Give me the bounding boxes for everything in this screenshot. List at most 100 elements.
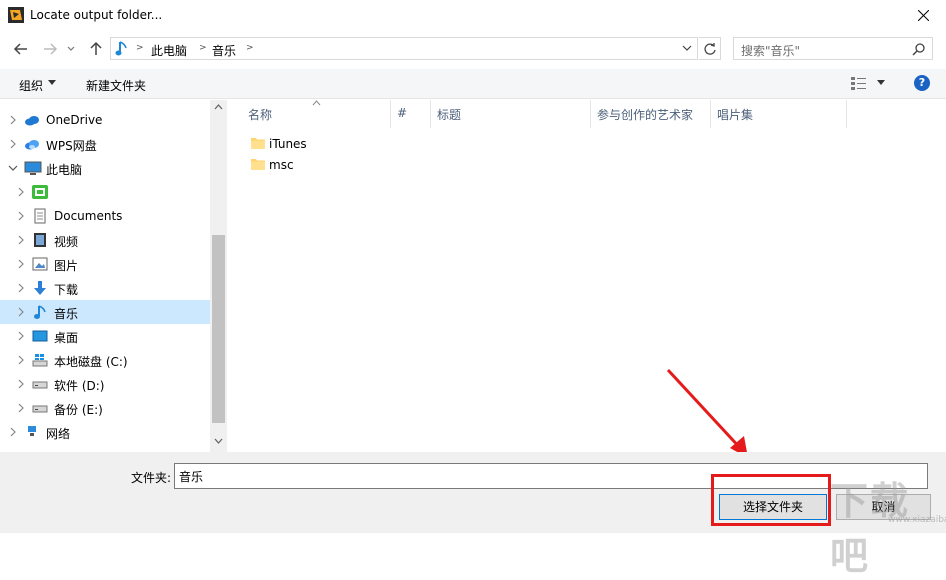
search-input[interactable]: 搜索"音乐" xyxy=(733,37,933,60)
recent-dropdown-icon[interactable] xyxy=(66,44,76,54)
cloud-icon xyxy=(24,112,40,128)
sidebar-item-label: 软件 (D:) xyxy=(54,379,105,393)
column-header-number[interactable]: # xyxy=(397,106,407,120)
title-bar: Locate output folder... xyxy=(0,0,946,31)
sidebar-item-label: WPS网盘 xyxy=(46,139,97,153)
refresh-button[interactable] xyxy=(699,37,721,60)
sidebar-item[interactable]: 视频 xyxy=(0,228,210,252)
navigation-scrollbar[interactable] xyxy=(210,100,227,452)
sidebar-item[interactable] xyxy=(0,180,210,204)
column-divider[interactable] xyxy=(846,100,847,128)
view-dropdown-icon[interactable] xyxy=(877,80,885,86)
sidebar-item-label: 此电脑 xyxy=(46,163,83,177)
sidebar-item[interactable]: OneDrive xyxy=(0,108,210,132)
file-dialog: Locate output folder... > 此电脑 > 音乐 > 搜索"… xyxy=(0,0,946,578)
new-folder-button[interactable]: 新建文件夹 xyxy=(86,77,146,94)
refresh-icon xyxy=(704,43,716,55)
chevron-right-icon[interactable] xyxy=(8,139,18,149)
column-header-title[interactable]: 标题 xyxy=(437,106,461,123)
chevron-right-icon[interactable] xyxy=(8,427,18,437)
scroll-down-icon[interactable] xyxy=(214,438,223,444)
search-icon xyxy=(912,43,925,56)
breadcrumb-separator-icon: > xyxy=(136,43,144,53)
breadcrumb-this-pc[interactable]: 此电脑 xyxy=(151,42,187,59)
sidebar-item-label: 桌面 xyxy=(54,331,79,345)
sidebar-item-label: OneDrive xyxy=(46,113,103,127)
search-placeholder: 搜索"音乐" xyxy=(741,44,801,58)
breadcrumb-separator-icon: > xyxy=(199,43,207,53)
list-item[interactable]: msc xyxy=(248,155,368,175)
chevron-right-icon[interactable] xyxy=(16,211,26,221)
close-button[interactable] xyxy=(900,0,946,31)
column-divider[interactable] xyxy=(710,100,711,128)
chevron-right-icon[interactable] xyxy=(16,355,26,365)
column-header-album[interactable]: 唱片集 xyxy=(717,106,753,123)
annotation-highlight-box xyxy=(711,474,831,526)
drive-icon xyxy=(32,376,48,392)
sidebar-item[interactable]: 软件 (D:) xyxy=(0,372,210,396)
address-bar[interactable]: > 此电脑 > 音乐 > xyxy=(110,37,698,60)
sidebar-item[interactable]: 网络 xyxy=(0,420,210,444)
scroll-up-icon[interactable] xyxy=(214,104,223,110)
window-title: Locate output folder... xyxy=(30,8,163,22)
folder-icon xyxy=(251,138,265,149)
chevron-right-icon[interactable] xyxy=(8,115,18,125)
chevron-right-icon[interactable] xyxy=(16,331,26,341)
wps-cloud-icon xyxy=(24,136,40,152)
drive-c-icon xyxy=(32,352,48,368)
up-arrow-icon[interactable] xyxy=(87,40,105,58)
chevron-right-icon[interactable] xyxy=(16,235,26,245)
sidebar-item[interactable]: 下载 xyxy=(0,276,210,300)
organize-dropdown-icon[interactable] xyxy=(48,80,56,86)
address-dropdown-icon[interactable] xyxy=(682,43,692,53)
video-icon xyxy=(32,232,48,248)
network-icon xyxy=(24,424,40,440)
sidebar-item[interactable]: 音乐 xyxy=(0,300,210,324)
chevron-right-icon[interactable] xyxy=(16,187,26,197)
chevron-right-icon[interactable] xyxy=(16,403,26,413)
watermark: 下载吧 xyxy=(830,479,911,578)
sort-ascending-icon xyxy=(312,100,321,106)
folder-label: 文件夹: xyxy=(131,471,172,485)
music-icon xyxy=(115,41,127,56)
sidebar-item[interactable]: 图片 xyxy=(0,252,210,276)
app-icon xyxy=(8,7,24,23)
column-divider[interactable] xyxy=(430,100,431,128)
computer-icon xyxy=(24,160,42,176)
download-icon xyxy=(32,280,48,296)
column-divider[interactable] xyxy=(390,100,391,128)
forward-arrow-icon[interactable] xyxy=(41,40,59,58)
column-divider[interactable] xyxy=(590,100,591,128)
sidebar-item[interactable]: Documents xyxy=(0,204,210,228)
organize-button[interactable]: 组织 xyxy=(19,77,43,94)
list-item[interactable]: iTunes xyxy=(248,134,368,154)
chevron-right-icon[interactable] xyxy=(16,379,26,389)
column-header-name[interactable]: 名称 xyxy=(248,106,272,123)
view-options-icon[interactable] xyxy=(851,76,867,90)
annotation-arrow-icon xyxy=(666,368,748,458)
scrollbar-thumb[interactable] xyxy=(212,235,225,423)
sidebar-item[interactable]: 桌面 xyxy=(0,324,210,348)
chevron-right-icon[interactable] xyxy=(16,307,26,317)
sidebar-item[interactable]: 此电脑 xyxy=(0,156,210,180)
chevron-right-icon[interactable] xyxy=(16,283,26,293)
sidebar-item-label: 下载 xyxy=(54,283,79,297)
chevron-right-icon[interactable] xyxy=(16,259,26,269)
file-list: 名称 # 标题 参与创作的艺术家 唱片集 iTunes msc xyxy=(228,100,946,452)
folder-icon xyxy=(251,159,265,170)
close-icon xyxy=(918,10,929,21)
back-arrow-icon[interactable] xyxy=(12,40,30,58)
drive-icon xyxy=(32,400,48,416)
column-header-artists[interactable]: 参与创作的艺术家 xyxy=(597,106,693,123)
sidebar-item-label: Documents xyxy=(54,209,123,223)
sidebar-item-label: 图片 xyxy=(54,259,79,273)
chevron-down-icon[interactable] xyxy=(8,163,18,173)
music-icon xyxy=(32,304,48,320)
sidebar-item[interactable]: 备份 (E:) xyxy=(0,396,210,420)
breadcrumb-separator-icon[interactable]: > xyxy=(246,43,254,53)
navigation-pane: OneDrive WPS网盘此电脑 Documents 视频图片下载音乐桌面本地磁盘 … xyxy=(0,100,227,452)
breadcrumb-music[interactable]: 音乐 xyxy=(212,42,236,59)
help-icon[interactable]: ? xyxy=(914,75,930,91)
sidebar-item[interactable]: 本地磁盘 (C:) xyxy=(0,348,210,372)
sidebar-item[interactable]: WPS网盘 xyxy=(0,132,210,156)
